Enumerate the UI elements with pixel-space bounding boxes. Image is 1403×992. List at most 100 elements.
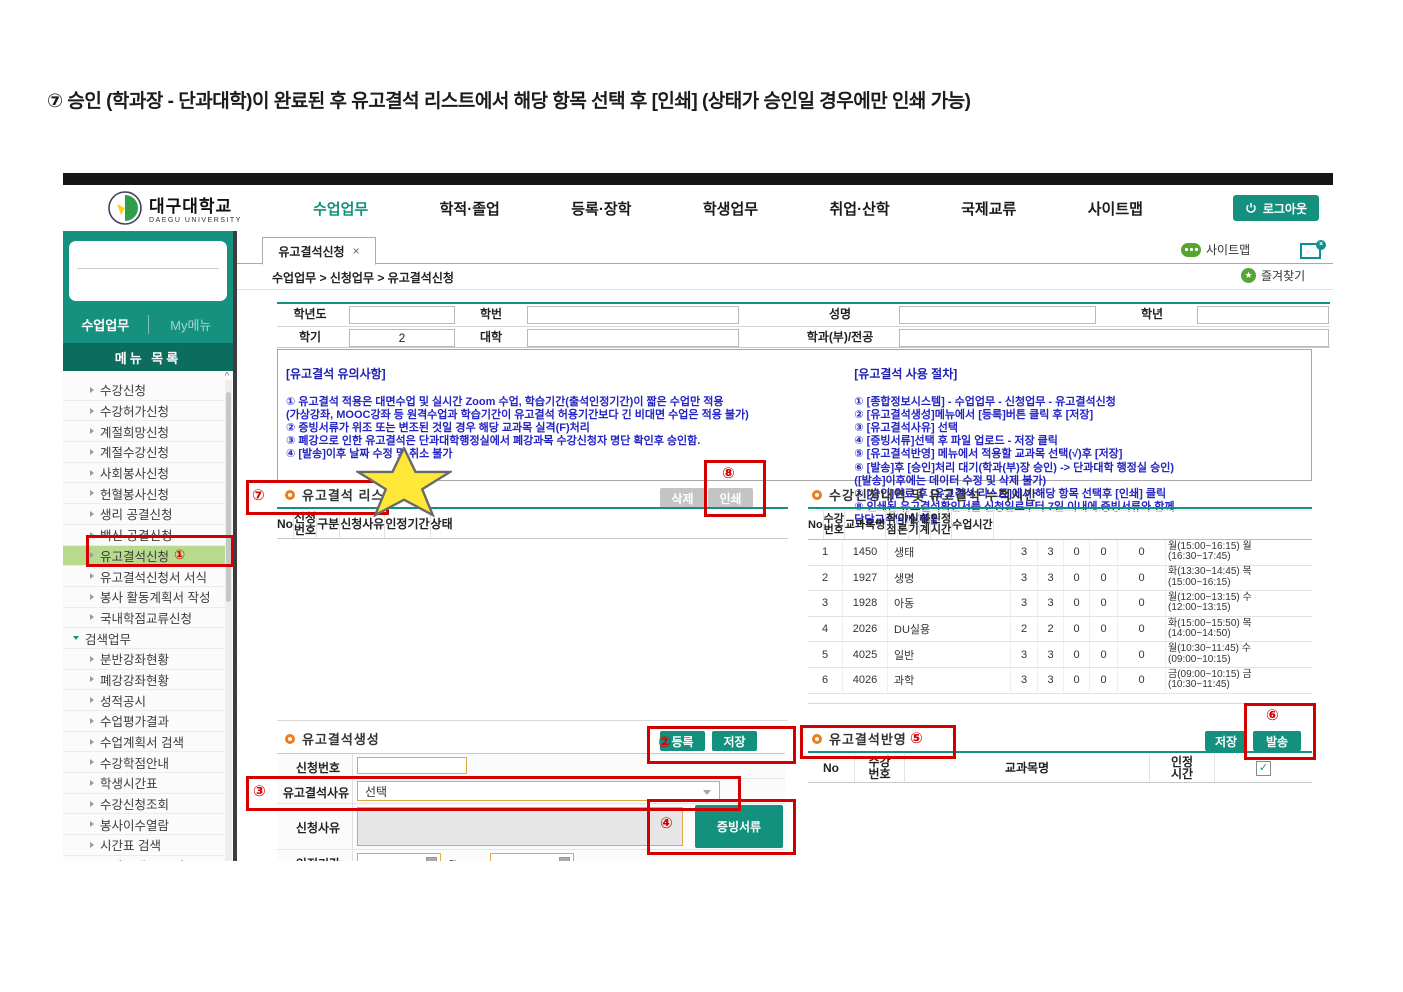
menu-scrollbar[interactable] (225, 380, 232, 861)
sidebar-item[interactable]: 유고결석신청서 서식 (63, 566, 233, 587)
favorites-button[interactable]: ★ 즐겨찾기 (1241, 267, 1305, 284)
sidebar-item[interactable]: 백신 공결신청 (63, 525, 233, 546)
enrollment-header-cell: No (808, 511, 824, 539)
sitemap-link[interactable]: 사이트맵 (1181, 241, 1250, 258)
nav-item[interactable]: 학적·졸업 (440, 198, 500, 219)
sidebar-item[interactable]: 학생시간표 (63, 773, 233, 794)
login-box-divider (77, 268, 219, 269)
sidebar-tab-work[interactable]: 수업업무 (63, 315, 149, 334)
enrollment-header-cell: 실 기 (909, 511, 920, 539)
menu-scrollbar-thumb[interactable] (226, 392, 231, 602)
sidebar-tab-mymenu[interactable]: My메뉴 (149, 315, 234, 334)
year-input[interactable] (349, 306, 455, 324)
menu-arrow-icon (90, 697, 94, 703)
portal-header: 대구대학교 DAEGU UNIVERSITY 수업업무 학적·졸업 등록·장학 … (63, 185, 1333, 231)
sidebar-item[interactable]: 분반강좌현황 (63, 649, 233, 670)
favorites-label: 즐겨찾기 (1261, 267, 1305, 284)
sidebar-item[interactable]: 생리 공결신청 (63, 504, 233, 525)
sidebar-item[interactable]: 수강학점안내 (63, 752, 233, 773)
nav-item[interactable]: 학생업무 (703, 198, 758, 219)
sidebar-menu: 수강신청 수강허가신청 계절희망신청 (63, 371, 233, 861)
tab-absence-application[interactable]: 유고결석신청 × (262, 237, 376, 265)
sidebar: 수업업무 My메뉴 메뉴 목록 수강신청 수강허가신청 (63, 231, 233, 861)
nav-item[interactable]: 국제교류 (961, 198, 1016, 219)
create-row-reason: 신청사유 증빙서류 (277, 804, 785, 850)
sidebar-item[interactable]: 계절희망신청 (63, 421, 233, 442)
sidebar-item[interactable]: 계절수강신청 (63, 442, 233, 463)
period-start-input[interactable] (357, 853, 441, 861)
register-button[interactable]: 등록 (660, 731, 705, 751)
major-input[interactable] (899, 329, 1329, 347)
absence-list-header: No신청 번호구분신청사유인정기간상태 (277, 510, 788, 539)
sidebar-item[interactable]: 수강신청조회 (63, 794, 233, 815)
bullet-icon (812, 734, 822, 744)
label-student-no: 학번 (458, 304, 524, 325)
sidebar-item[interactable]: 수강신청 (63, 380, 233, 401)
sidebar-item[interactable]: 시간표 검색 (63, 835, 233, 856)
label-major: 학과(부)/전공 (785, 327, 895, 348)
sidebar-item[interactable]: 수강허가신청 (63, 401, 233, 422)
nav-item[interactable]: 수업업무 (313, 198, 368, 219)
sidebar-menu-title: 메뉴 목록 (63, 343, 233, 371)
menu-arrow-icon (73, 636, 79, 640)
instruction-note: ⑦ 승인 (학과장 - 단과대학)이 완료된 후 유고결석 리스트에서 해당 항… (47, 86, 1377, 113)
save-button-create[interactable]: 저장 (712, 731, 757, 751)
apply-header-subject: 교과목명 (905, 754, 1150, 782)
enrollment-row[interactable]: 6 4026 과학 3 3 0 0 0 금(09:00~10:15) 금(10:… (808, 668, 1312, 694)
sidebar-item[interactable]: 국내학점교류신청 (63, 608, 233, 629)
evidence-button[interactable]: 증빙서류 (695, 805, 783, 848)
menu-arrow-icon (90, 428, 94, 434)
sidebar-tabs: 수업업무 My메뉴 (63, 307, 233, 341)
sidebar-item[interactable]: 사회봉사신청 (63, 463, 233, 484)
form-vertical-divider (352, 850, 353, 861)
menu-arrow-icon (90, 573, 94, 579)
calendar-icon[interactable] (426, 857, 437, 861)
label-year: 학년도 (277, 304, 343, 325)
nav-item[interactable]: 취업·산학 (830, 198, 890, 219)
enrollment-row[interactable]: 3 1928 아동 3 3 0 0 0 월(12:00~13:15) 수(12:… (808, 591, 1312, 617)
notice-procedure: [유고결석 사용 절차] ① [종합정보시스템] - 수업업무 - 신청업무 -… (846, 350, 1311, 480)
enrollment-header-cell: 수업시간 (952, 511, 993, 539)
sidebar-item[interactable]: 헌혈봉사신청 (63, 483, 233, 504)
label-college: 대학 (458, 327, 524, 348)
sidebar-item[interactable]: 봉사이수열람 (63, 814, 233, 835)
tab-close-icon[interactable]: × (353, 244, 360, 258)
sidebar-item[interactable]: 성적공시 (63, 690, 233, 711)
sidebar-item[interactable]: 유고결석신청 ① (63, 546, 233, 567)
save-button-apply[interactable]: 저장 (1205, 731, 1247, 751)
enrollment-row[interactable]: 5 4025 일반 3 3 0 0 0 월(10:30~11:45) 수(09:… (808, 642, 1312, 668)
reason-textarea[interactable] (357, 807, 683, 846)
sidebar-item[interactable]: 폐강강좌현황 (63, 670, 233, 691)
sidebar-item[interactable]: 수업평가결과 (63, 711, 233, 732)
grade-input[interactable] (1197, 306, 1329, 324)
enrollment-row[interactable]: 4 2026 DU실용 2 2 0 0 0 화(15:00~15:50) 목(1… (808, 617, 1312, 643)
annotation-number-1: ① (174, 547, 185, 563)
college-input[interactable] (527, 329, 739, 347)
reason-type-select[interactable]: 선택 (357, 781, 720, 801)
delete-button[interactable]: 삭제 (660, 488, 705, 509)
enrollment-row[interactable]: 2 1927 생명 3 3 0 0 0 화(13:30~14:45) 목(15:… (808, 566, 1312, 592)
print-button[interactable]: 인쇄 (708, 488, 753, 509)
bullet-icon (812, 490, 822, 500)
period-end-input[interactable] (490, 853, 574, 861)
send-button[interactable]: 발송 (1253, 731, 1301, 751)
calendar-icon[interactable] (559, 857, 570, 861)
name-input[interactable] (899, 306, 1096, 324)
semester-input[interactable]: 2 (349, 329, 455, 347)
student-no-input[interactable] (527, 306, 739, 324)
logout-button[interactable]: 로그아웃 (1233, 195, 1319, 221)
sidebar-item[interactable]: 검색업무 (63, 628, 233, 649)
nav-item[interactable]: 등록·장학 (571, 198, 631, 219)
sidebar-item[interactable]: 수업계획서 검색 (63, 732, 233, 753)
menu-arrow-icon (90, 759, 94, 765)
app-no-input[interactable] (357, 757, 467, 774)
window-popup-icon[interactable]: × (1300, 243, 1321, 259)
sidebar-item[interactable]: 교과목개요(교과) (63, 856, 233, 861)
menu-arrow-icon (90, 614, 94, 620)
create-row-app-no: 신청번호 (277, 754, 785, 779)
nav-item[interactable]: 사이트맵 (1088, 198, 1143, 219)
select-all-checkbox[interactable]: ✓ (1256, 761, 1271, 776)
label-name: 성명 (785, 304, 895, 325)
sidebar-item[interactable]: 봉사 활동계획서 작성 (63, 587, 233, 608)
enrollment-row[interactable]: 1 1450 생태 3 3 0 0 0 월(15:00~16:15) 월(16:… (808, 540, 1312, 566)
